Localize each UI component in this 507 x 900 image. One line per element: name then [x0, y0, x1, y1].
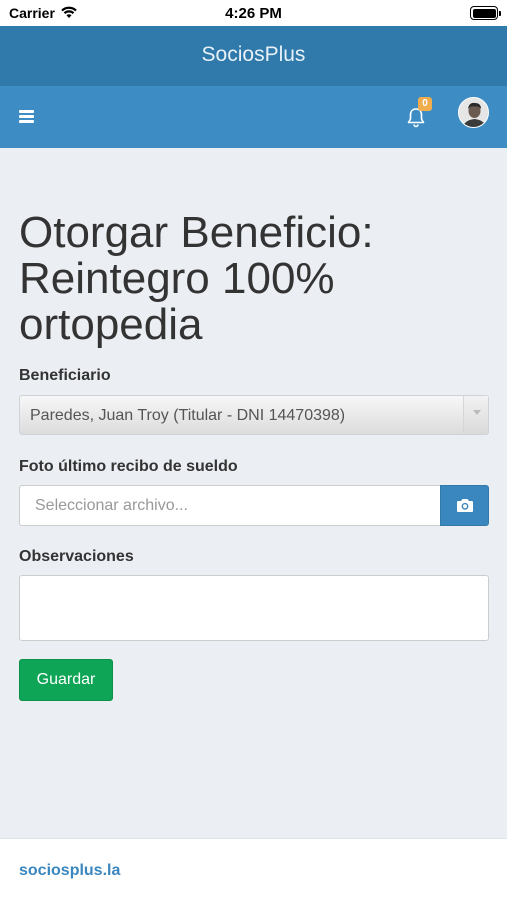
- select-toggle[interactable]: [463, 396, 488, 434]
- notification-count-badge: 0: [418, 97, 432, 111]
- clock: 4:26 PM: [225, 5, 282, 22]
- page-title: Otorgar Beneficio: Reintegro 100% ortope…: [19, 208, 374, 349]
- hamburger-menu-icon[interactable]: [19, 110, 34, 123]
- observations-label: Observaciones: [19, 548, 134, 565]
- footer: sociosplus.la: [0, 838, 507, 900]
- receipt-label: Foto último recibo de sueldo: [19, 458, 238, 475]
- chevron-down-icon: [473, 410, 481, 415]
- beneficiary-select[interactable]: Paredes, Juan Troy (Titular - DNI 144703…: [19, 395, 489, 435]
- beneficiary-selected-value: Paredes, Juan Troy (Titular - DNI 144703…: [30, 407, 346, 424]
- observations-textarea[interactable]: [19, 575, 489, 641]
- title-bar: SociosPlus: [0, 26, 507, 86]
- app-title: SociosPlus: [201, 43, 306, 66]
- status-bar: Carrier 4:26 PM: [0, 0, 507, 26]
- select-file-button[interactable]: [440, 485, 489, 526]
- battery-icon: [470, 6, 501, 20]
- avatar[interactable]: [458, 97, 489, 128]
- footer-link[interactable]: sociosplus.la: [19, 862, 120, 880]
- beneficiary-label: Beneficiario: [19, 367, 111, 384]
- receipt-file-input[interactable]: Seleccionar archivo...: [19, 485, 440, 526]
- camera-icon: [457, 499, 473, 512]
- nav-bar: [0, 86, 507, 148]
- save-button[interactable]: Guardar: [19, 659, 113, 701]
